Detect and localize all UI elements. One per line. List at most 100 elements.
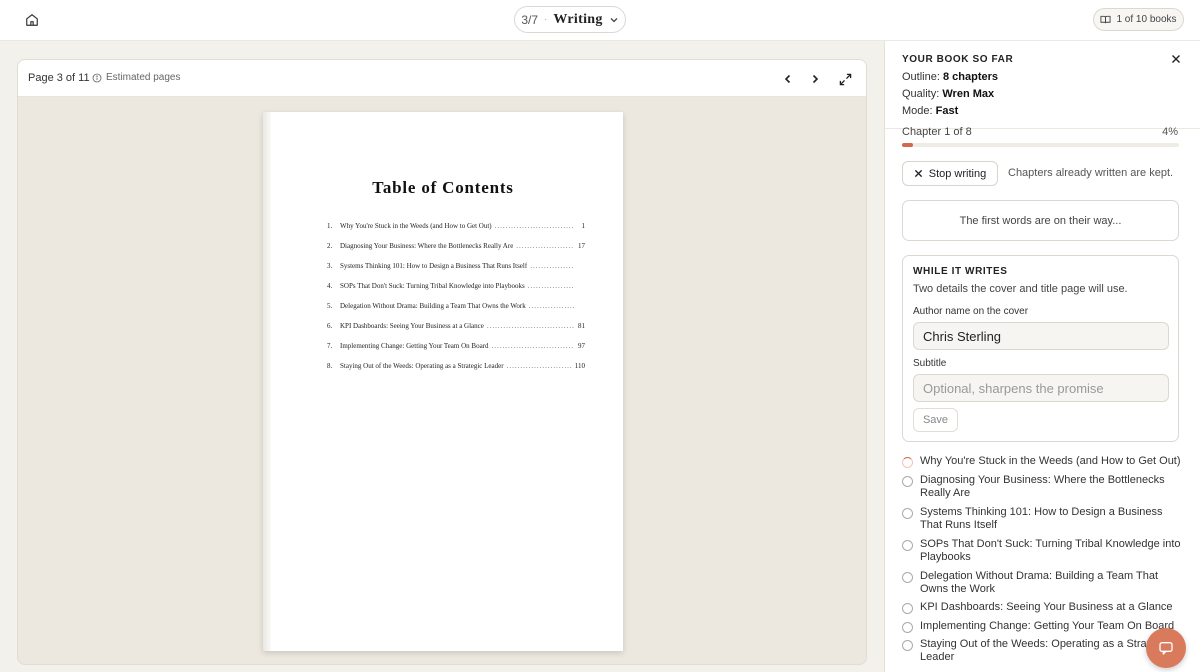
pending-circle-icon bbox=[902, 572, 913, 583]
chapter-title: KPI Dashboards: Seeing Your Business at … bbox=[920, 601, 1173, 613]
chapter-title: SOPs That Don't Suck: Turning Tribal Kno… bbox=[920, 538, 1181, 563]
stop-writing-button[interactable]: Stop writing bbox=[902, 161, 998, 186]
expand-icon bbox=[839, 73, 851, 85]
outline-value: 8 chapters bbox=[942, 71, 999, 83]
previous-page-button[interactable] bbox=[778, 69, 798, 89]
mode-info: Mode: Fast bbox=[902, 105, 958, 117]
author-name-input[interactable] bbox=[913, 322, 1169, 350]
close-panel-button[interactable] bbox=[1169, 52, 1183, 66]
toc-entry: 6. KPI Dashboards: Seeing Your Business … bbox=[327, 322, 585, 342]
book-progress-panel: YOUR BOOK SO FAR Outline: 8 chapters Qua… bbox=[884, 41, 1200, 672]
toc-entry-title: Why You're Stuck in the Weeds (and How t… bbox=[340, 222, 492, 230]
next-page-button[interactable] bbox=[805, 69, 825, 89]
home-button[interactable] bbox=[22, 10, 42, 30]
toc-entry-title: Implementing Change: Getting Your Team O… bbox=[340, 342, 489, 350]
toc-entry-page: 17 bbox=[578, 242, 585, 250]
details-form-subtitle: Two details the cover and title page wil… bbox=[913, 283, 1128, 295]
toc-entry-page: 110 bbox=[574, 362, 585, 370]
subtitle-input[interactable] bbox=[913, 374, 1169, 402]
table-of-contents: 1. Why You're Stuck in the Weeds (and Ho… bbox=[327, 222, 585, 382]
step-label: Writing bbox=[553, 11, 603, 27]
step-selector[interactable]: 3/7 · Writing bbox=[514, 6, 626, 33]
panel-title: YOUR BOOK SO FAR bbox=[902, 54, 1014, 65]
progress-percent: 4% bbox=[1162, 126, 1178, 138]
toc-entry-number: 1. bbox=[327, 222, 333, 230]
toc-entry-number: 6. bbox=[327, 322, 333, 330]
toc-leader-dots bbox=[507, 362, 572, 370]
chapter-item[interactable]: KPI Dashboards: Seeing Your Business at … bbox=[902, 601, 1184, 614]
chapter-item[interactable]: Why You're Stuck in the Weeds (and How t… bbox=[902, 455, 1184, 468]
chapter-title: Implementing Change: Getting Your Team O… bbox=[920, 620, 1175, 632]
toc-title: Table of Contents bbox=[372, 178, 514, 197]
mode-label: Mode: bbox=[902, 105, 933, 117]
author-name-label: Author name on the cover bbox=[913, 306, 1029, 317]
pending-circle-icon bbox=[902, 540, 913, 551]
toc-entry: 1. Why You're Stuck in the Weeds (and Ho… bbox=[327, 222, 585, 242]
toc-entry-page: 81 bbox=[578, 322, 585, 330]
mode-value: Fast bbox=[935, 105, 959, 117]
toc-entry-title: Systems Thinking 101: How to Design a Bu… bbox=[340, 262, 528, 270]
toc-entry-title: SOPs That Don't Suck: Turning Tribal Kno… bbox=[340, 282, 525, 290]
toc-entry-number: 5. bbox=[327, 302, 333, 310]
progress-bar-fill bbox=[902, 143, 914, 147]
pending-circle-icon bbox=[902, 640, 913, 651]
kept-note: Chapters already written are kept. bbox=[1008, 167, 1174, 179]
book-page: Table of Contents 1. Why You're Stuck in… bbox=[263, 112, 623, 651]
top-bar: 3/7 · Writing 1 of 10 books bbox=[0, 0, 1200, 41]
pending-circle-icon bbox=[902, 508, 913, 519]
toc-entry: 4. SOPs That Don't Suck: Turning Tribal … bbox=[327, 282, 585, 302]
chapter-item[interactable]: Diagnosing Your Business: Where the Bott… bbox=[902, 474, 1184, 500]
chapter-item[interactable]: Implementing Change: Getting Your Team O… bbox=[902, 620, 1184, 633]
progress-bar bbox=[902, 143, 1179, 147]
toc-entry-title: KPI Dashboards: Seeing Your Business at … bbox=[340, 322, 484, 330]
book-icon bbox=[1100, 15, 1112, 24]
toc-entry: 3. Systems Thinking 101: How to Design a… bbox=[327, 262, 585, 282]
toc-entry-title: Staying Out of the Weeds: Operating as a… bbox=[340, 362, 504, 370]
toc-leader-dots bbox=[516, 242, 574, 250]
toc-entry-number: 4. bbox=[327, 282, 333, 290]
chapter-title: Why You're Stuck in the Weeds (and How t… bbox=[920, 455, 1181, 467]
chevron-down-icon bbox=[610, 17, 618, 22]
estimated-pages-note: Estimated pages bbox=[92, 72, 181, 83]
chevron-right-icon bbox=[812, 74, 819, 84]
toc-entry: 7. Implementing Change: Getting Your Tea… bbox=[327, 342, 585, 362]
chapter-item[interactable]: Delegation Without Drama: Building a Tea… bbox=[902, 570, 1184, 596]
chapter-item[interactable]: Staying Out of the Weeds: Operating as a… bbox=[902, 638, 1184, 664]
subtitle-label: Subtitle bbox=[913, 358, 947, 369]
pending-circle-icon bbox=[902, 622, 913, 633]
toc-entry-number: 7. bbox=[327, 342, 333, 350]
quality-info: Quality: Wren Max bbox=[902, 88, 994, 100]
toc-entry-number: 8. bbox=[327, 362, 333, 370]
chapter-title: Systems Thinking 101: How to Design a Bu… bbox=[920, 506, 1163, 531]
chapter-item[interactable]: Systems Thinking 101: How to Design a Bu… bbox=[902, 506, 1184, 532]
fullscreen-button[interactable] bbox=[835, 69, 855, 89]
chevron-left-icon bbox=[784, 74, 791, 84]
toc-entry-title: Delegation Without Drama: Building a Tea… bbox=[340, 302, 526, 310]
books-counter-label: 1 of 10 books bbox=[1116, 14, 1177, 25]
info-icon bbox=[92, 73, 102, 82]
quality-label: Quality: bbox=[902, 88, 940, 100]
quality-value: Wren Max bbox=[942, 88, 995, 100]
toc-entry: 8. Staying Out of the Weeds: Operating a… bbox=[327, 362, 585, 382]
details-form: WHILE IT WRITES Two details the cover an… bbox=[902, 255, 1179, 442]
pending-circle-icon bbox=[902, 603, 913, 614]
viewer-header: Page 3 of 11 Estimated pages bbox=[18, 60, 866, 97]
chat-button[interactable] bbox=[1146, 628, 1186, 668]
step-counter: 3/7 bbox=[521, 12, 539, 27]
toc-leader-dots bbox=[530, 262, 574, 270]
toc-entry-title: Diagnosing Your Business: Where the Bott… bbox=[340, 242, 514, 250]
status-message: The first words are on their way... bbox=[902, 200, 1179, 241]
chat-icon bbox=[1159, 642, 1173, 655]
close-icon bbox=[914, 169, 922, 178]
save-button[interactable]: Save bbox=[913, 408, 958, 432]
loading-spinner-icon bbox=[902, 457, 913, 468]
toc-leader-dots bbox=[529, 302, 574, 310]
books-counter-button[interactable]: 1 of 10 books bbox=[1093, 8, 1184, 31]
chapter-title: Delegation Without Drama: Building a Tea… bbox=[920, 570, 1159, 595]
toc-leader-dots bbox=[492, 342, 574, 350]
outline-label: Outline: bbox=[902, 71, 940, 83]
close-icon bbox=[1172, 55, 1180, 63]
step-separator: · bbox=[544, 14, 548, 25]
chapter-item[interactable]: SOPs That Don't Suck: Turning Tribal Kno… bbox=[902, 538, 1184, 564]
toc-entry: 2. Diagnosing Your Business: Where the B… bbox=[327, 242, 585, 262]
